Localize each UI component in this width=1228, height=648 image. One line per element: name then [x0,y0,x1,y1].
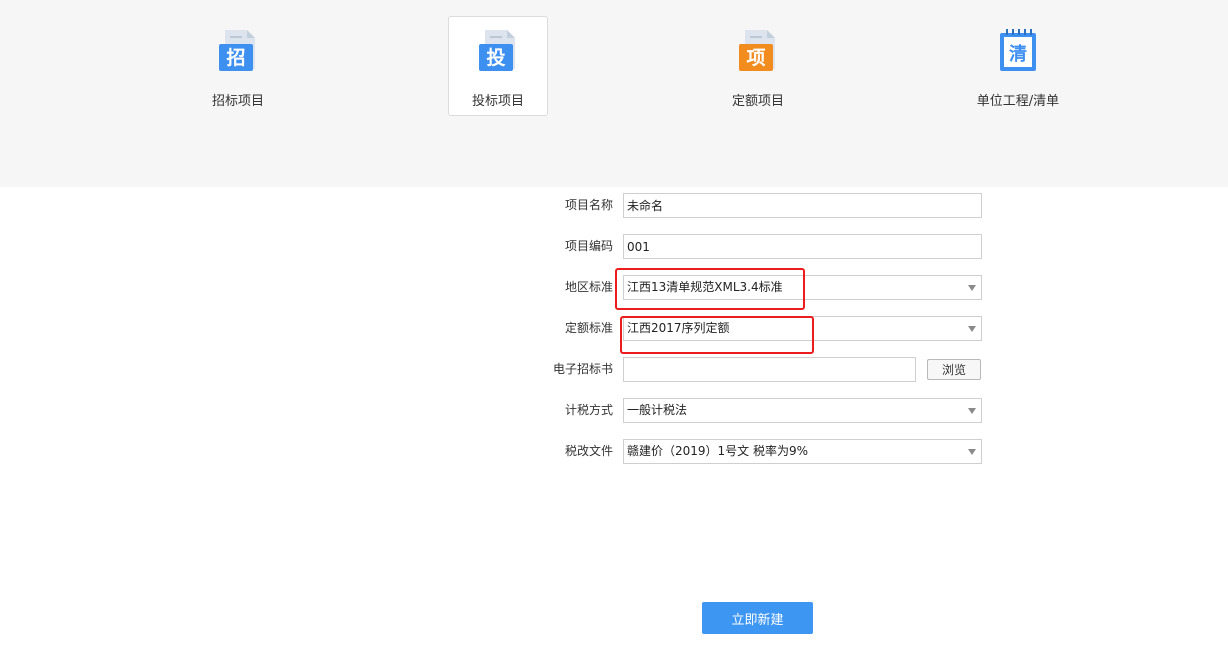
quota-standard-label: 定额标准 [564,321,613,335]
bid-submission-icon: 投 [479,30,515,71]
region-standard-select[interactable]: 江西13清单规范XML3.4标准 [623,275,982,300]
chevron-down-icon [968,408,976,414]
chevron-down-icon [968,449,976,455]
quota-standard-select[interactable]: 江西2017序列定额 [623,316,982,341]
tile-label: 单位工程/清单 [976,94,1060,109]
region-standard-value: 江西13清单规范XML3.4标准 [627,280,783,294]
project-type-quota[interactable]: 项 定额项目 [708,16,808,116]
project-name-input[interactable] [623,193,982,218]
tax-reform-file-select[interactable]: 赣建价（2019）1号文 税率为9% [623,439,982,464]
quota-standard-value: 江西2017序列定额 [627,321,730,335]
region-standard-label: 地区标准 [564,280,613,294]
create-now-button[interactable]: 立即新建 [702,602,813,634]
project-type-bar: 招 招标项目 投 投标项目 项 定额项目 清 单位工程/清单 [0,0,1228,187]
tax-method-label: 计税方式 [564,403,613,417]
project-type-bid-invitation[interactable]: 招 招标项目 [188,16,288,116]
electronic-bid-input[interactable] [623,357,916,382]
bid-invitation-icon: 招 [219,30,255,71]
browse-button[interactable]: 浏览 [927,359,981,380]
unit-list-icon: 清 [1000,29,1036,71]
tile-label: 投标项目 [471,94,524,109]
chevron-down-icon [968,326,976,332]
electronic-bid-label: 电子招标书 [552,362,613,376]
tax-method-select[interactable]: 一般计税法 [623,398,982,423]
svg-text:投: 投 [486,46,505,69]
chevron-down-icon [968,285,976,291]
quota-project-icon: 项 [739,30,775,71]
project-type-unit-list[interactable]: 清 单位工程/清单 [968,16,1068,116]
svg-text:项: 项 [746,47,765,69]
project-name-label: 项目名称 [564,198,613,212]
svg-text:清: 清 [1009,44,1027,65]
project-type-bid-submission[interactable]: 投 投标项目 [448,16,548,116]
tile-label: 招标项目 [211,94,264,109]
tax-reform-file-label: 税改文件 [564,444,613,458]
tile-label: 定额项目 [731,94,784,109]
svg-text:招: 招 [226,46,245,69]
tax-method-value: 一般计税法 [627,403,688,417]
tax-reform-file-value: 赣建价（2019）1号文 税率为9% [627,444,809,458]
project-code-label: 项目编码 [564,239,613,253]
project-code-input[interactable] [623,234,982,259]
